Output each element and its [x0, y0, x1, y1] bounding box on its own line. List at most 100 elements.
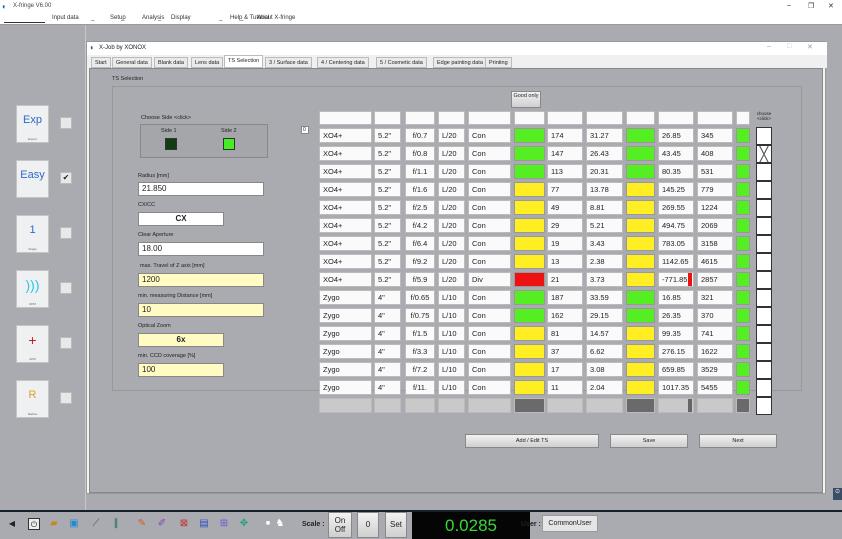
- table-cell[interactable]: 4": [374, 362, 401, 377]
- table-cell[interactable]: 16.85: [658, 290, 694, 305]
- table-cell[interactable]: L/20: [438, 272, 465, 287]
- tab-general-data[interactable]: General data: [112, 57, 152, 68]
- side-handle[interactable]: ⊙: [833, 488, 842, 500]
- tool-button-expert[interactable]: Exp Expert: [16, 105, 49, 143]
- table-cell[interactable]: 2069: [697, 218, 733, 233]
- table-cell[interactable]: 1622: [697, 344, 733, 359]
- table-cell[interactable]: 187: [547, 290, 583, 305]
- table-cell[interactable]: XO4+: [319, 236, 372, 251]
- table-cell[interactable]: f/11.: [405, 380, 435, 395]
- table-cell[interactable]: f/4.2: [405, 218, 435, 233]
- empty-cell[interactable]: [697, 398, 733, 413]
- choose-checkbox[interactable]: [756, 325, 772, 343]
- table-cell[interactable]: L/20: [438, 146, 465, 161]
- table-cell[interactable]: 1017.35: [658, 380, 694, 395]
- side1-button[interactable]: [165, 138, 177, 150]
- zoom-field[interactable]: 6x: [138, 333, 224, 347]
- table-cell[interactable]: 49: [547, 200, 583, 215]
- table-cell[interactable]: f/1.1: [405, 164, 435, 179]
- table-cell[interactable]: 4": [374, 290, 401, 305]
- table-cell[interactable]: 5.21: [586, 218, 623, 233]
- table-cell[interactable]: 4": [374, 308, 401, 323]
- table-cell[interactable]: f/1.6: [405, 182, 435, 197]
- table-cell[interactable]: 345: [697, 128, 733, 143]
- radius-field[interactable]: 21.850: [138, 182, 264, 196]
- tool-button-radius[interactable]: R Radius: [16, 380, 49, 418]
- table-cell[interactable]: Con: [468, 146, 511, 161]
- table-cell[interactable]: 3.73: [586, 272, 623, 287]
- table-cell[interactable]: 3.43: [586, 236, 623, 251]
- table-cell[interactable]: 29: [547, 218, 583, 233]
- table-cell[interactable]: Con: [468, 290, 511, 305]
- table-cell[interactable]: 4": [374, 344, 401, 359]
- table-cell[interactable]: 5.2": [374, 236, 401, 251]
- pencil-icon[interactable]: ✎: [136, 518, 148, 530]
- table-cell[interactable]: Con: [468, 182, 511, 197]
- table-cell[interactable]: 31.27: [586, 128, 623, 143]
- table-cell[interactable]: 5.2": [374, 218, 401, 233]
- choose-checkbox[interactable]: [756, 379, 772, 397]
- table-cell[interactable]: 5.2": [374, 200, 401, 215]
- choose-checkbox[interactable]: [756, 127, 772, 145]
- table-cell[interactable]: 5.2": [374, 272, 401, 287]
- table-cell[interactable]: 174: [547, 128, 583, 143]
- empty-cell[interactable]: [405, 398, 435, 413]
- table-cell[interactable]: Con: [468, 254, 511, 269]
- tab-5-cosmetic-data[interactable]: 5 / Cosmetic data: [376, 57, 427, 68]
- table-cell[interactable]: L/10: [438, 380, 465, 395]
- table-cell[interactable]: Zygo: [319, 290, 372, 305]
- table-cell[interactable]: 26.85: [658, 128, 694, 143]
- table-cell[interactable]: Con: [468, 344, 511, 359]
- ccd-field[interactable]: 100: [138, 363, 224, 377]
- table-cell[interactable]: Con: [468, 200, 511, 215]
- table-cell[interactable]: XO4+: [319, 128, 372, 143]
- table-cell[interactable]: 2.38: [586, 254, 623, 269]
- table-cell[interactable]: 80.35: [658, 164, 694, 179]
- table-cell[interactable]: f/0.65: [405, 290, 435, 305]
- cxcc-field[interactable]: CX: [138, 212, 224, 226]
- add-edit-ts-button[interactable]: Add / Edit TS: [465, 434, 599, 448]
- table-cell[interactable]: 81: [547, 326, 583, 341]
- table-cell[interactable]: Zygo: [319, 326, 372, 341]
- table-cell[interactable]: 43.45: [658, 146, 694, 161]
- tab-edge-painting-data[interactable]: Edge painting data: [433, 57, 487, 68]
- table-cell[interactable]: f/5.9: [405, 272, 435, 287]
- tab-lens-data[interactable]: Lens data: [191, 57, 224, 68]
- tool-checkbox[interactable]: [60, 117, 72, 129]
- choose-checkbox[interactable]: [756, 343, 772, 361]
- table-cell[interactable]: 13: [547, 254, 583, 269]
- tab-3-surface-data[interactable]: 3 / Surface data: [265, 57, 312, 68]
- choose-checkbox[interactable]: [756, 217, 772, 235]
- save-disk-icon[interactable]: ▤: [198, 518, 210, 530]
- table-cell[interactable]: Zygo: [319, 308, 372, 323]
- next-button[interactable]: Next: [699, 434, 777, 448]
- table-cell[interactable]: L/20: [438, 164, 465, 179]
- window-minimize-button[interactable]: –: [767, 43, 771, 50]
- table-cell[interactable]: 1142.65: [658, 254, 694, 269]
- tab-blank-data[interactable]: Blank data: [154, 57, 188, 68]
- scale-set-button[interactable]: Set: [385, 512, 407, 538]
- table-cell[interactable]: f/6.4: [405, 236, 435, 251]
- tab-4-centering-data[interactable]: 4 / Centering data: [317, 57, 369, 68]
- table-cell[interactable]: L/20: [438, 200, 465, 215]
- tool-button-easy[interactable]: Easy: [16, 160, 49, 198]
- table-cell[interactable]: L/10: [438, 344, 465, 359]
- table-cell[interactable]: Con: [468, 218, 511, 233]
- probe-icon[interactable]: ⟋: [90, 518, 102, 530]
- open-folder-icon[interactable]: ▰: [48, 518, 60, 530]
- table-cell[interactable]: 5.2": [374, 128, 401, 143]
- tool-checkbox[interactable]: [60, 392, 72, 404]
- table-cell[interactable]: 5455: [697, 380, 733, 395]
- menu-item[interactable]: About X-fringe: [257, 15, 295, 21]
- move-icon[interactable]: ✥: [238, 518, 250, 530]
- table-cell[interactable]: 370: [697, 308, 733, 323]
- menu-item[interactable]: Display: [171, 15, 191, 21]
- table-cell[interactable]: 783.05: [658, 236, 694, 251]
- table-cell[interactable]: L/20: [438, 254, 465, 269]
- table-cell[interactable]: L/20: [438, 128, 465, 143]
- table-cell[interactable]: f/3.3: [405, 344, 435, 359]
- double-probe-icon[interactable]: ∥: [110, 518, 122, 530]
- table-cell[interactable]: L/10: [438, 362, 465, 377]
- scale-zero-button[interactable]: 0: [357, 512, 379, 538]
- table-cell[interactable]: 5.2": [374, 254, 401, 269]
